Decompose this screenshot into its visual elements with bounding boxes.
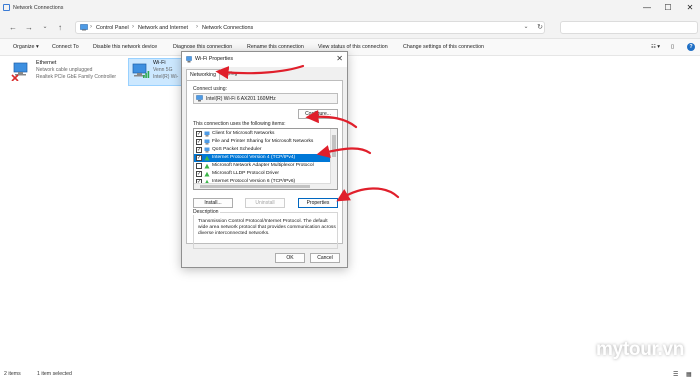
arrow-to-ipv4-item-icon [316, 145, 372, 158]
arrow-to-properties-button-icon [336, 187, 400, 202]
watermark-logo: mytour.vn [596, 339, 685, 360]
arrow-to-file-sharing-icon [305, 110, 358, 129]
tiles-view-icon[interactable]: ▦ [686, 371, 692, 378]
details-view-icon[interactable]: ☰ [673, 371, 678, 378]
arrow-to-networking-tab-icon [215, 64, 305, 80]
description-label: Description [193, 209, 221, 215]
selection-count: 1 item selected [37, 371, 72, 377]
item-count: 2 items [4, 371, 21, 377]
annotation-arrows [215, 64, 400, 202]
status-bar: 2 items 1 item selected ☰ ▦ [0, 366, 700, 385]
